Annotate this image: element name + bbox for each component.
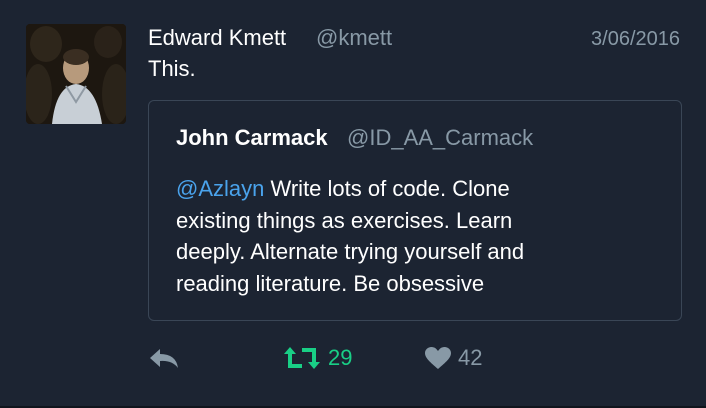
- like-count: 42: [458, 345, 483, 370]
- retweet-icon: [282, 345, 322, 371]
- quoted-author-name: John Carmack: [176, 125, 328, 150]
- quoted-tweet[interactable]: John Carmack @ID_AA_Carmack @Azlayn Writ…: [148, 100, 682, 321]
- timestamp[interactable]: 3/06/2016: [591, 28, 680, 51]
- retweet-button[interactable]: 29: [282, 340, 352, 376]
- quoted-text-line-4: reading literature. Be obsessive: [176, 270, 485, 296]
- author-handle[interactable]: @kmett: [316, 25, 392, 51]
- reply-icon: [148, 346, 180, 370]
- tweet-card: Edward Kmett @kmett 3/06/2016 This. John…: [0, 0, 706, 408]
- reply-button[interactable]: [148, 340, 180, 376]
- heart-icon: [424, 346, 452, 370]
- tweet-actions: 29 42: [148, 340, 682, 376]
- quoted-text-line-2: existing things as exercises. Learn: [176, 207, 513, 233]
- author-name[interactable]: Edward Kmett: [148, 25, 286, 51]
- tweet-header: Edward Kmett @kmett 3/06/2016: [148, 24, 682, 54]
- quoted-text-line: @Azlayn Write lots of code. Clone: [176, 173, 646, 205]
- quoted-text-line-3: deeply. Alternate trying yourself and: [176, 239, 525, 264]
- mention-link[interactable]: @Azlayn: [176, 176, 264, 201]
- tweet-text: This.: [148, 56, 196, 81]
- retweet-count: 29: [328, 345, 353, 370]
- quoted-tweet-text: @Azlayn Write lots of code. Clone existi…: [176, 173, 646, 299]
- quoted-text-line-1: Write lots of code. Clone: [264, 176, 510, 201]
- like-button[interactable]: 42: [424, 340, 482, 376]
- avatar[interactable]: [26, 24, 126, 124]
- quoted-author-handle: @ID_AA_Carmack: [347, 125, 534, 150]
